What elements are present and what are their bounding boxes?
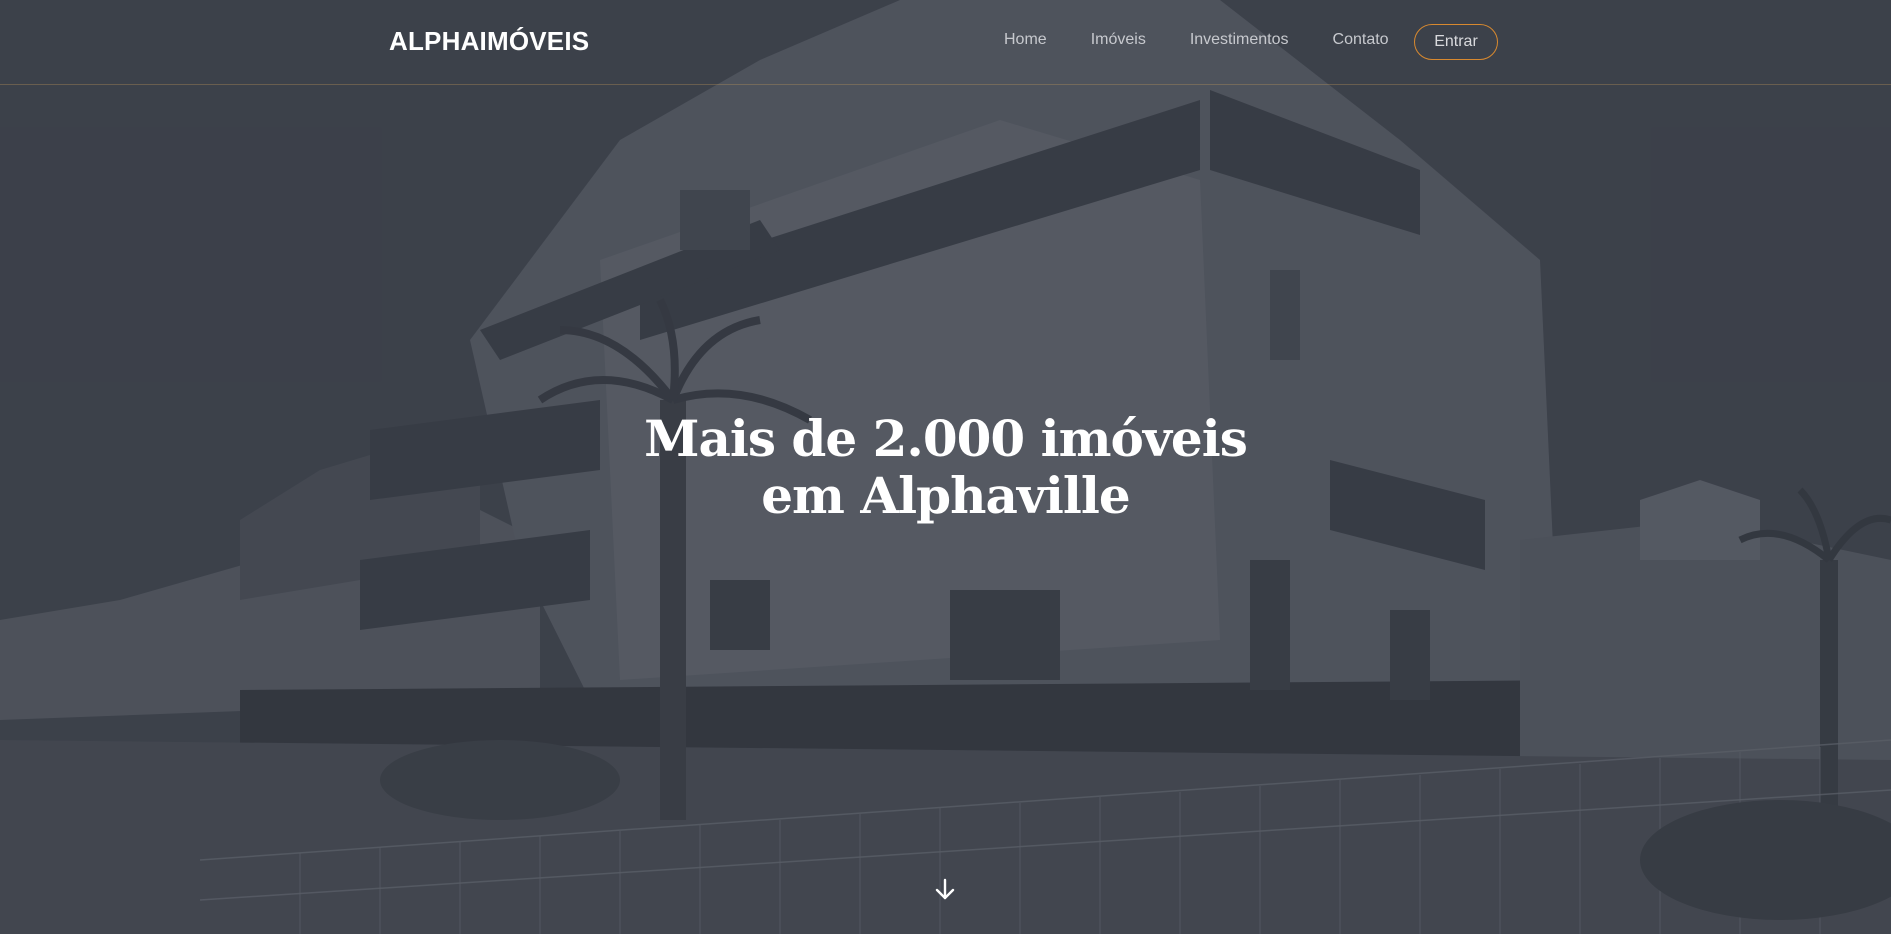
nav-item-home[interactable]: Home (1004, 31, 1047, 49)
login-button[interactable]: Entrar (1414, 24, 1498, 60)
brand-logo[interactable]: ALPHAIMÓVEIS (389, 26, 589, 57)
nav-item-contato[interactable]: Contato (1333, 31, 1389, 49)
arrow-down-icon[interactable] (934, 878, 956, 902)
hero-headline: Mais de 2.000 imóveis em Alphaville (0, 410, 1891, 524)
hero-headline-line-1: Mais de 2.000 imóveis (644, 409, 1248, 468)
nav-item-imoveis[interactable]: Imóveis (1091, 31, 1146, 49)
nav-links: Home Imóveis Investimentos Contato (1004, 31, 1389, 49)
nav-item-investimentos[interactable]: Investimentos (1190, 31, 1289, 49)
hero-headline-line-2: em Alphaville (761, 466, 1130, 525)
top-navbar: ALPHAIMÓVEIS Home Imóveis Investimentos … (0, 0, 1891, 85)
